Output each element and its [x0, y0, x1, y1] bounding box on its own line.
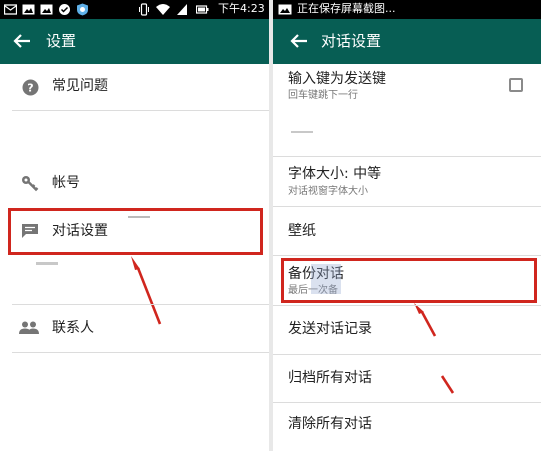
- signal-icon: [177, 4, 187, 15]
- back-arrow-icon[interactable]: [10, 29, 34, 53]
- setting-font-size[interactable]: 字体大小: 中等 对话视窗字体大小: [273, 157, 541, 205]
- email-icon: [4, 4, 17, 15]
- image-icon: [278, 4, 292, 15]
- status-bar: 下午4:23: [0, 0, 269, 19]
- cursor-mark: [128, 216, 150, 218]
- divider: [12, 110, 269, 111]
- setting-clear-all[interactable]: 清除所有对话: [273, 403, 541, 451]
- setting-wallpaper[interactable]: 壁纸: [273, 207, 541, 255]
- page-title: 对话设置: [321, 32, 382, 50]
- highlight-box: [281, 258, 537, 303]
- setting-label: 输入键为发送键: [288, 71, 386, 87]
- image-icon: [22, 4, 35, 15]
- menu-item-faq[interactable]: ? 常见问题: [0, 64, 269, 110]
- setting-subtitle: 回车键跳下一行: [288, 90, 358, 101]
- setting-label: 发送对话记录: [288, 321, 372, 337]
- menu-item-contacts[interactable]: 联系人: [0, 305, 269, 351]
- setting-email-chat[interactable]: 发送对话记录: [273, 306, 541, 354]
- cursor-mark: [291, 131, 313, 133]
- toolbar: 对话设置: [273, 19, 541, 64]
- menu-item-account[interactable]: 帐号: [0, 160, 269, 206]
- setting-label: 归档所有对话: [288, 370, 372, 386]
- people-icon: [19, 321, 39, 334]
- status-notification: 正在保存屏幕截图...: [297, 2, 396, 15]
- menu-item-label: 联系人: [52, 320, 94, 336]
- cursor-mark: [36, 262, 58, 265]
- enter-send-checkbox[interactable]: [509, 78, 523, 92]
- battery-icon: [196, 5, 209, 14]
- right-screenshot: 正在保存屏幕截图... 对话设置 输入键为发送键 回车键跳下一行 字体大小: 中…: [273, 0, 541, 451]
- help-icon: ?: [22, 79, 39, 96]
- vibrate-icon: [139, 3, 149, 16]
- menu-item-label: 常见问题: [52, 78, 108, 94]
- setting-label: 清除所有对话: [288, 416, 372, 432]
- left-screenshot: 下午4:23 设置 ? 常见问题 帐号 对话设置 联系人: [0, 0, 269, 451]
- toolbar: 设置: [0, 19, 269, 64]
- setting-label: 壁纸: [288, 223, 316, 239]
- back-arrow-icon[interactable]: [287, 29, 311, 53]
- status-bar: 正在保存屏幕截图...: [273, 0, 541, 19]
- menu-item-label: 帐号: [52, 175, 80, 191]
- setting-label: 字体大小: 中等: [288, 166, 382, 182]
- no-entry-icon: [59, 4, 70, 15]
- setting-archive-all[interactable]: 归档所有对话: [273, 355, 541, 403]
- page-title: 设置: [46, 32, 77, 50]
- divider: [12, 352, 269, 353]
- key-icon: [22, 176, 39, 192]
- setting-enter-is-send[interactable]: 输入键为发送键 回车键跳下一行: [273, 64, 541, 110]
- image-icon: [40, 4, 53, 15]
- status-time: 下午4:23: [218, 2, 265, 15]
- setting-subtitle: 对话视窗字体大小: [288, 186, 368, 197]
- shield-icon: [77, 3, 88, 16]
- svg-text:?: ?: [27, 82, 33, 95]
- wifi-icon: [156, 4, 170, 15]
